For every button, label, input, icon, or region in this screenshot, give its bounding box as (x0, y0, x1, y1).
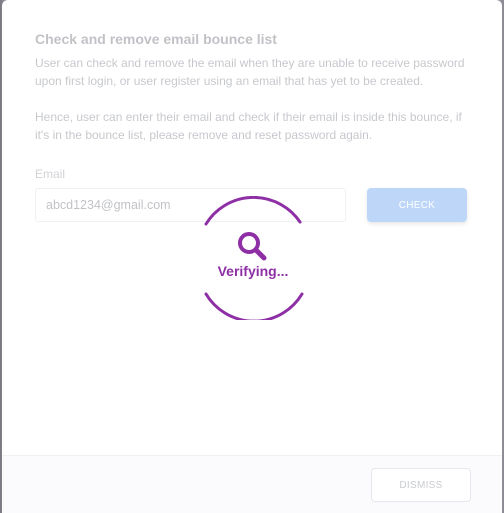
dialog-description-1: User can check and remove the email when… (35, 56, 465, 88)
email-label: Email (35, 167, 66, 181)
check-button[interactable]: CHECK (367, 188, 467, 222)
dialog-footer: DISMISS (2, 455, 502, 513)
dialog-title: Check and remove email bounce list (35, 31, 277, 47)
dialog-description-2: Hence, user can enter their email and ch… (35, 110, 462, 142)
verifying-loader: Verifying... (194, 196, 314, 320)
search-icon (238, 232, 267, 261)
verifying-text: Verifying... (217, 263, 289, 279)
dismiss-button[interactable]: DISMISS (371, 468, 471, 502)
